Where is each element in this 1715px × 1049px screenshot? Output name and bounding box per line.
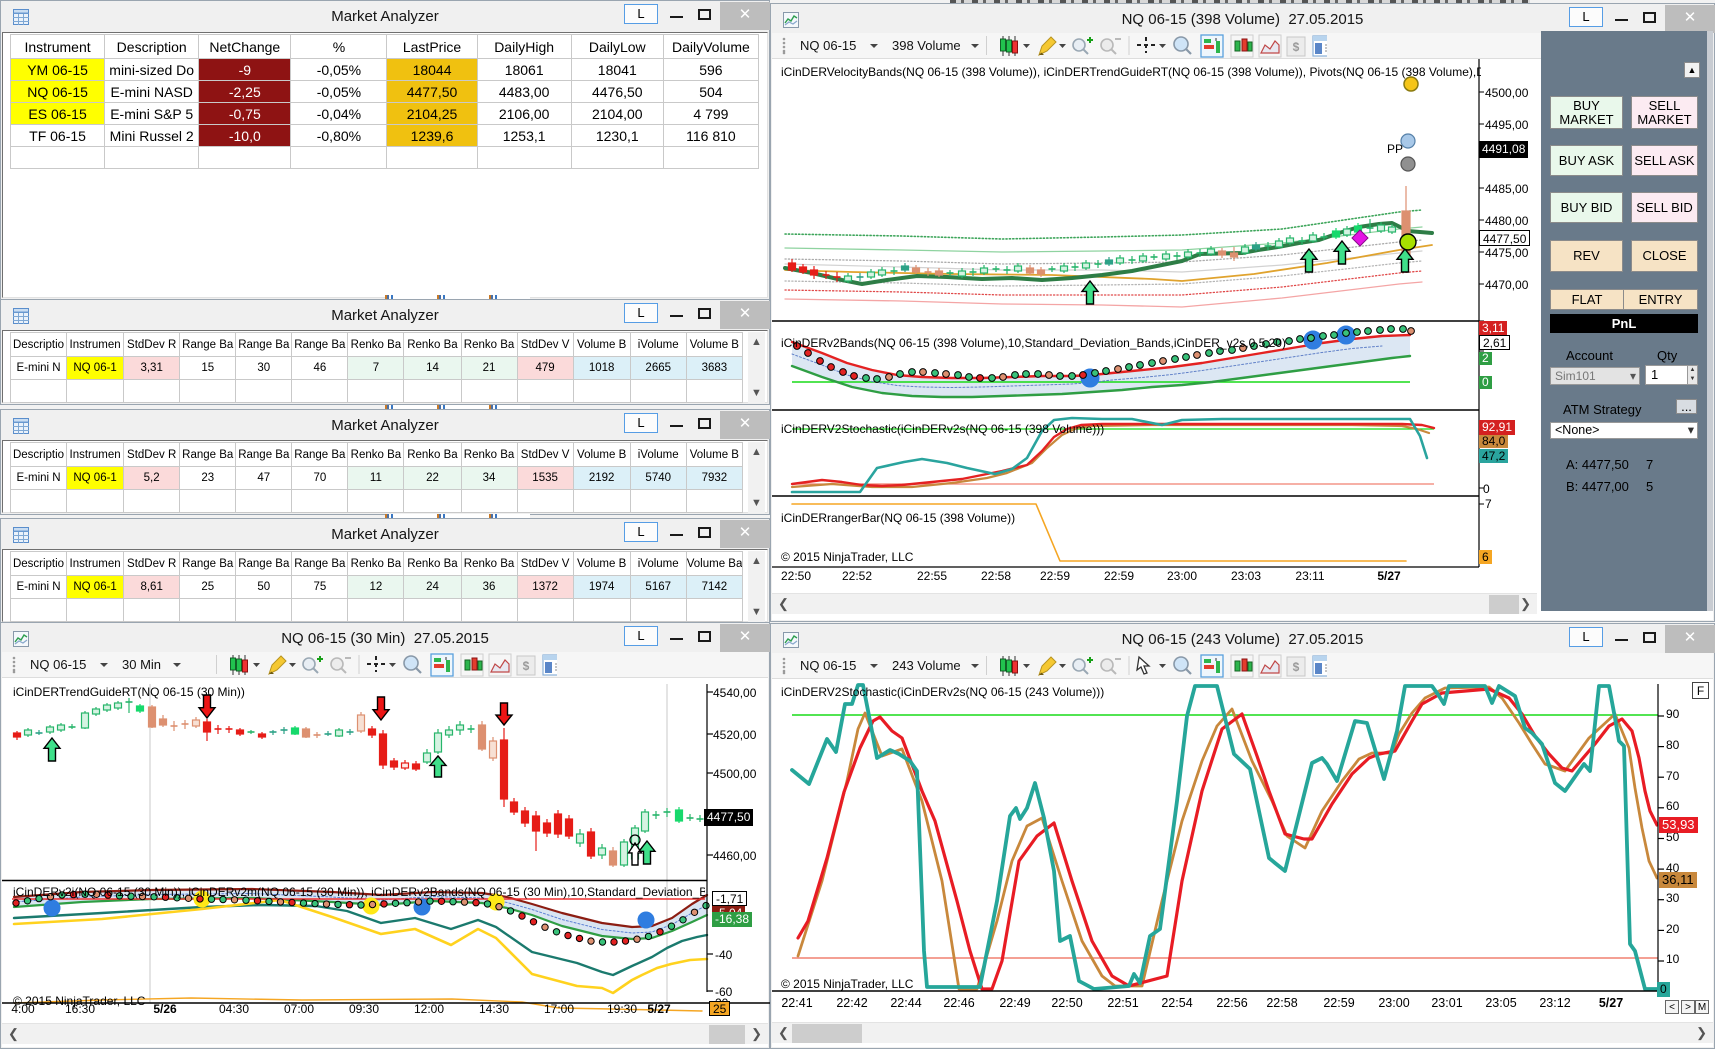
- svg-text:$: $: [1293, 660, 1300, 674]
- svg-text:$: $: [1293, 40, 1300, 54]
- svg-text:$: $: [523, 659, 530, 673]
